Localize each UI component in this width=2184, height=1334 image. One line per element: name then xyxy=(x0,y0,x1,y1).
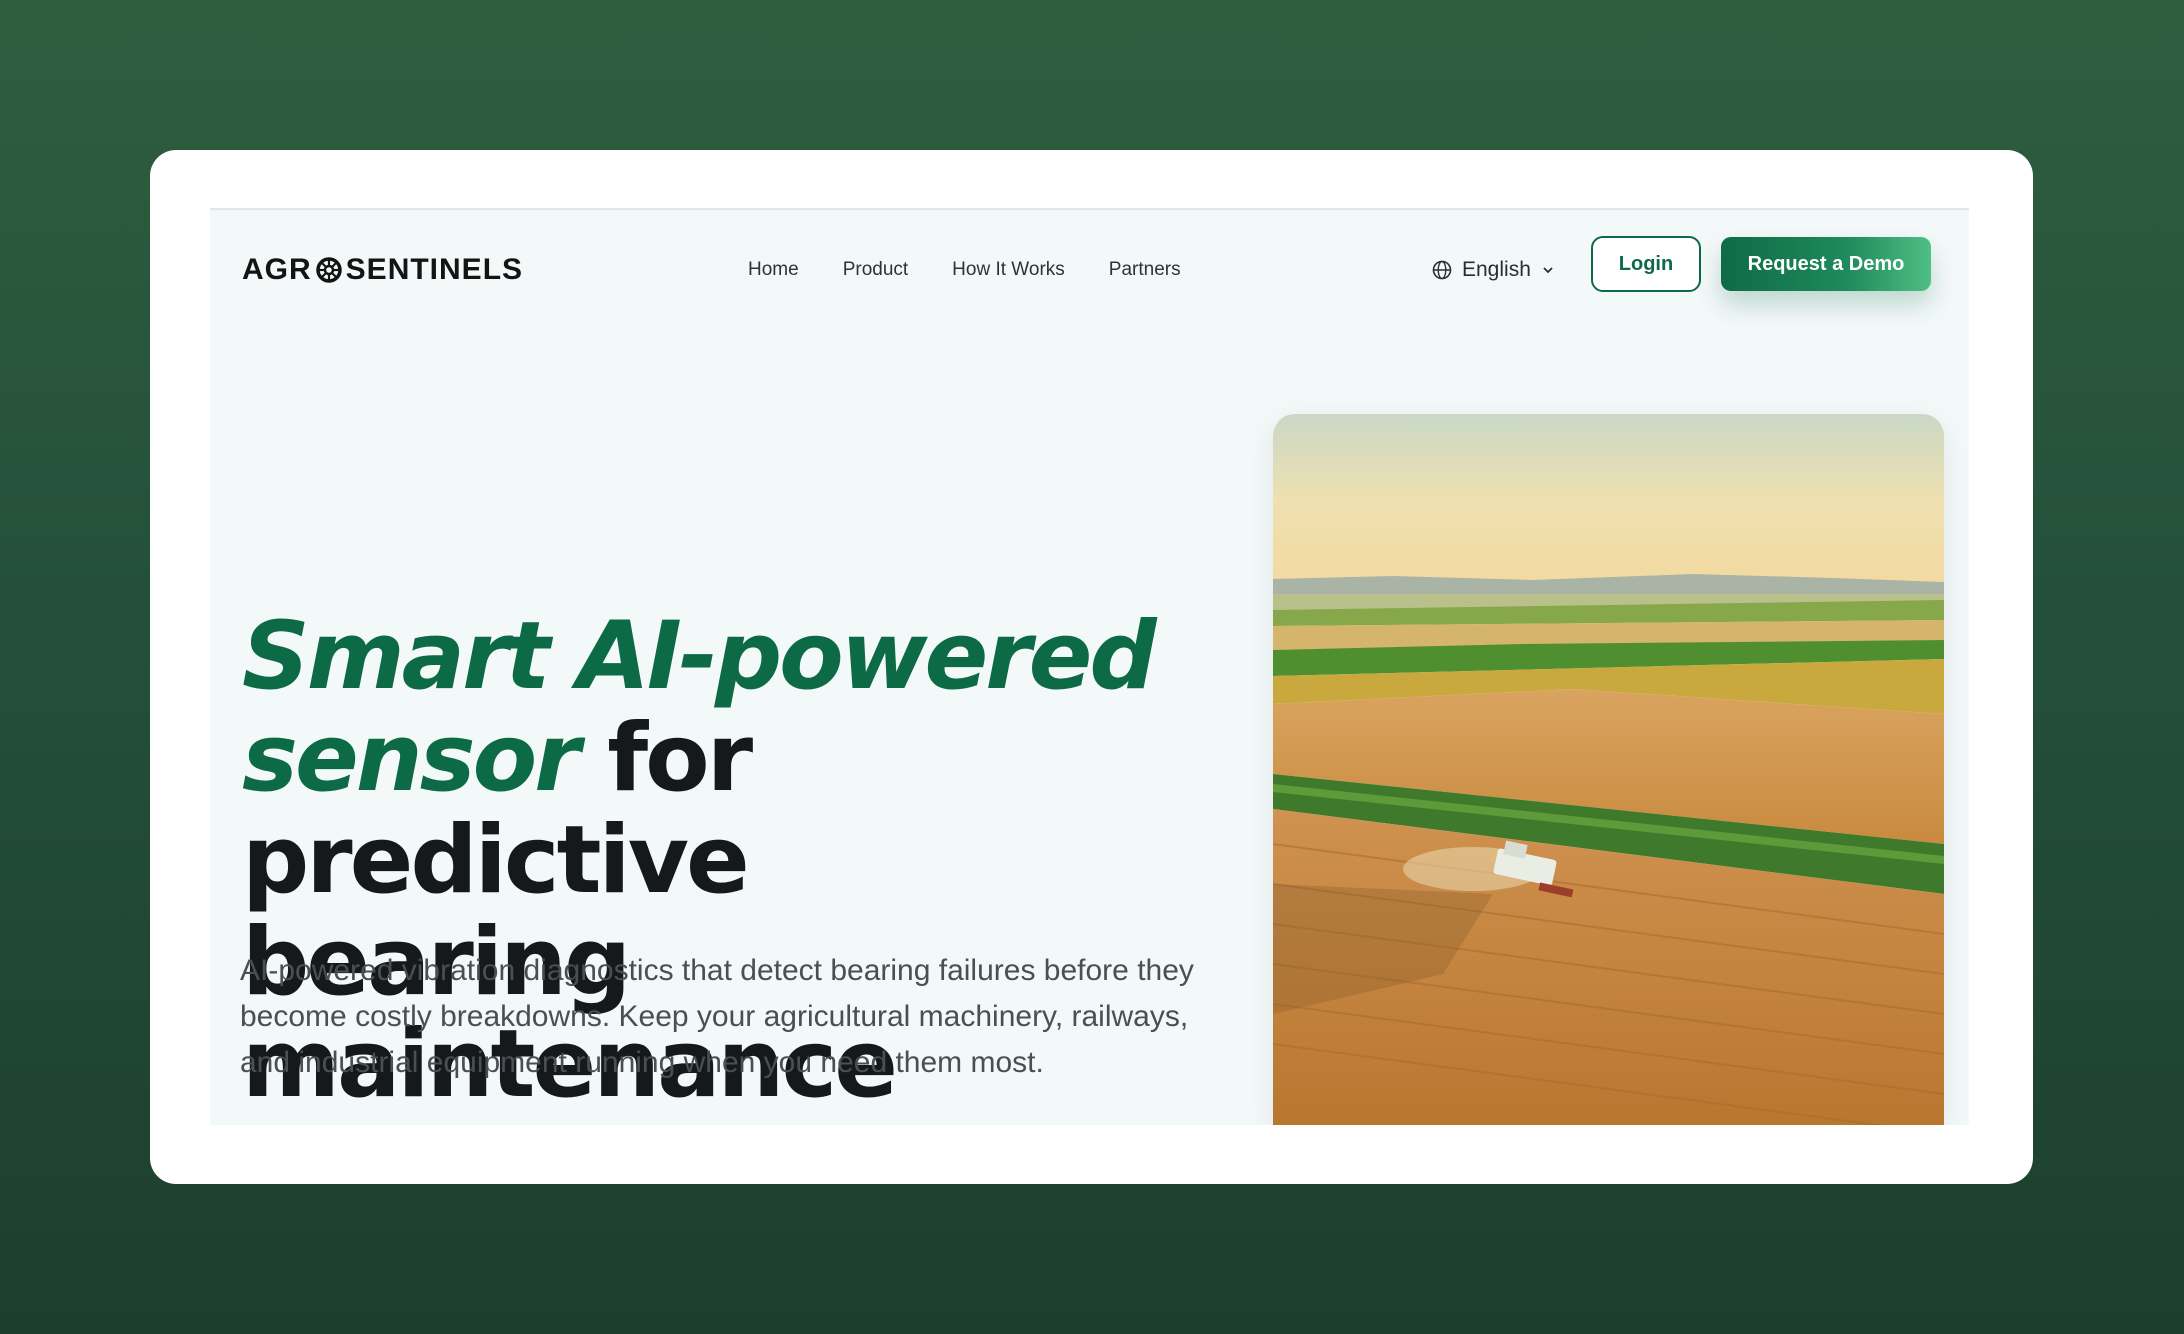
nav-how-it-works[interactable]: How It Works xyxy=(952,259,1065,281)
login-button[interactable]: Login xyxy=(1591,236,1701,292)
gear-logo-icon xyxy=(315,257,342,283)
chevron-down-icon xyxy=(1543,267,1553,274)
nav-partners[interactable]: Partners xyxy=(1109,259,1181,281)
field-illustration xyxy=(1273,414,1944,1125)
nav-home[interactable]: Home xyxy=(748,259,799,281)
brand-logo[interactable]: AGR SENTINELS xyxy=(242,250,523,290)
language-selector[interactable]: English xyxy=(1432,250,1555,290)
brand-name-left: AGR xyxy=(242,253,312,286)
globe-icon xyxy=(1432,260,1452,280)
language-label: English xyxy=(1462,258,1531,281)
hero-image-harvester xyxy=(1273,414,1944,1125)
request-demo-button[interactable]: Request a Demo xyxy=(1721,237,1931,291)
browser-card: AGR SENTINELS Home Product How It Works … xyxy=(150,150,2033,1184)
hero-description: AI-powered vibration diagnostics that de… xyxy=(240,954,1194,1079)
landing-page: AGR SENTINELS Home Product How It Works … xyxy=(210,208,1969,1125)
main-nav: Home Product How It Works Partners xyxy=(748,250,1225,290)
nav-product[interactable]: Product xyxy=(843,259,908,281)
brand-name-right: SENTINELS xyxy=(345,253,524,286)
